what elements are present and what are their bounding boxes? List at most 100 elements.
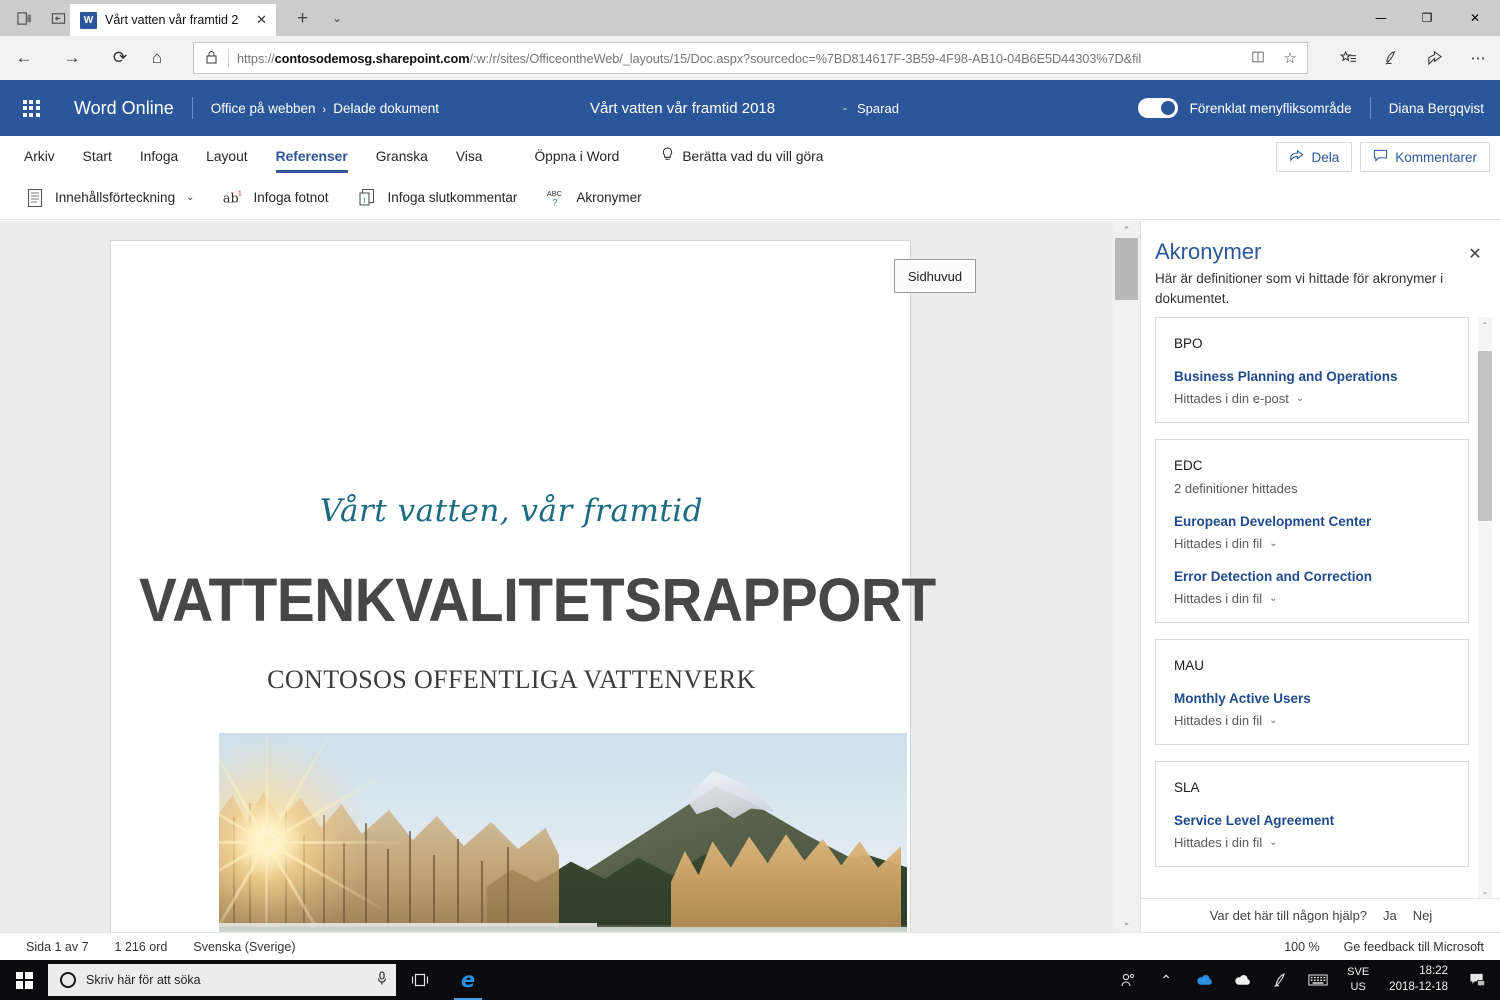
document-title[interactable]: Vårt vatten vår framtid 2018 [590,100,775,117]
acronym-source[interactable]: Hittades i din fil ⌄ [1174,835,1450,850]
task-view-icon[interactable] [396,960,444,1000]
acronym-expansion[interactable]: Monthly Active Users [1174,691,1450,706]
acronym-expansion[interactable]: Service Level Agreement [1174,813,1450,828]
brand-label[interactable]: Word Online [74,98,174,119]
browser-tab[interactable]: W Vårt vatten vår framtid 2 ✕ [70,4,276,36]
document-scrollbar-thumb[interactable] [1115,238,1138,300]
feedback-no-link[interactable]: Nej [1413,908,1433,923]
chevron-down-icon[interactable]: ⌄ [1269,715,1277,726]
web-notes-icon[interactable] [1371,42,1411,74]
feedback-yes-link[interactable]: Ja [1383,908,1397,923]
touch-keyboard-icon[interactable] [1299,960,1337,1000]
app-launcher-icon[interactable] [14,91,48,125]
svg-text:ab: ab [223,191,239,206]
close-button[interactable]: ✕ [1450,0,1500,36]
scroll-up-icon[interactable]: ⌃ [1113,221,1140,239]
tab-layout[interactable]: Layout [206,136,247,176]
simplified-ribbon-toggle[interactable] [1138,98,1178,118]
command-akronymer[interactable]: ABC? Akronymer [531,176,655,220]
search-input[interactable]: Skriv här för att söka [48,964,396,996]
command-innehallsforteckning[interactable]: Innehållsförteckning ⌄ [10,176,208,220]
acronym-expansion[interactable]: Business Planning and Operations [1174,369,1450,384]
minimize-button[interactable]: — [1358,0,1404,36]
favorites-list-icon[interactable] [1328,42,1368,74]
header-button[interactable]: Sidhuvud [894,259,976,293]
maximize-button[interactable]: ❐ [1404,0,1450,36]
mountain-landscape-photo[interactable] [219,733,907,932]
share-button[interactable]: Dela [1276,142,1352,172]
edge-icon[interactable]: e [444,960,492,1000]
onedrive-white-icon[interactable] [1223,960,1261,1000]
tell-me-box[interactable]: Berätta vad du vill göra [661,147,823,166]
chevron-down-icon[interactable]: ⌄ [1269,538,1277,549]
share-icon[interactable] [1414,42,1454,74]
chevron-down-icon[interactable]: ⌄ [332,11,342,25]
acronym-source[interactable]: Hittades i din fil ⌄ [1174,713,1450,728]
acronym-expansion[interactable]: European Development Center [1174,514,1450,529]
zoom-level[interactable]: 100 % [1284,940,1319,954]
tab-start[interactable]: Start [83,136,112,176]
windows-start-icon[interactable] [0,960,48,1000]
address-url[interactable]: https://contosodemosg.sharepoint.com/:w:… [229,51,1243,66]
clock[interactable]: 18:22 2018-12-18 [1379,964,1458,995]
user-name[interactable]: Diana Bergqvist [1389,101,1484,116]
acronym-source[interactable]: Hittades i din e-post ⌄ [1174,391,1450,406]
language-indicator[interactable]: Svenska (Sverige) [193,940,295,954]
tab-arkiv[interactable]: Arkiv [24,136,55,176]
chevron-down-icon[interactable]: ⌄ [1269,837,1277,848]
document-canvas[interactable]: Vårt vatten, vår framtid VATTENKVALITETS… [0,221,1140,932]
comments-button[interactable]: Kommentarer [1360,142,1490,172]
pane-scroll-up-icon[interactable]: ⌃ [1478,317,1492,333]
close-icon[interactable]: ✕ [1462,241,1488,267]
word-count[interactable]: 1 216 ord [115,940,168,954]
set-tabs-aside-icon[interactable] [10,4,38,32]
scroll-down-icon[interactable]: ⌄ [1113,913,1140,931]
cortana-icon[interactable] [60,972,76,988]
language-indicator[interactable]: SVE US [1337,965,1379,995]
tab-close-icon[interactable]: ✕ [253,12,270,28]
chevron-down-icon[interactable]: ⌄ [1269,593,1277,604]
chevron-down-icon[interactable]: ⌄ [1296,393,1304,404]
back-button[interactable]: ← [4,36,44,80]
acronym-card[interactable]: EDC 2 definitioner hittades European Dev… [1155,439,1469,623]
toc-icon [24,187,46,209]
favorite-star-icon[interactable]: ☆ [1273,49,1307,67]
people-icon[interactable] [1109,960,1147,1000]
document-scrollbar[interactable] [1113,221,1140,932]
tab-infoga[interactable]: Infoga [140,136,178,176]
breadcrumb-site[interactable]: Office på webben [211,101,316,116]
tab-granska[interactable]: Granska [376,136,428,176]
pane-description: Här är definitioner som vi hittade för a… [1155,269,1455,308]
show-hidden-icons-icon[interactable]: ⌃ [1147,960,1185,1000]
acronym-card[interactable]: BPO Business Planning and Operations Hit… [1155,317,1469,423]
feedback-link[interactable]: Ge feedback till Microsoft [1344,940,1484,954]
microphone-icon[interactable] [376,971,388,989]
action-center-icon[interactable] [1458,960,1496,1000]
page-indicator[interactable]: Sida 1 av 7 [26,940,89,954]
breadcrumb-library[interactable]: Delade dokument [333,101,439,116]
address-bar[interactable]: https://contosodemosg.sharepoint.com/:w:… [193,42,1308,74]
chevron-down-icon[interactable]: ⌄ [186,192,194,203]
home-button[interactable]: ⌂ [137,36,177,80]
command-infoga-slutkommentar[interactable]: i Infoga slutkommentar [343,176,532,220]
forward-button[interactable]: → [52,36,92,80]
more-icon[interactable]: ⋯ [1458,42,1498,74]
acronym-source[interactable]: Hittades i din fil ⌄ [1174,591,1450,606]
acronym-card[interactable]: MAU Monthly Active Users Hittades i din … [1155,639,1469,745]
acronym-source[interactable]: Hittades i din fil ⌄ [1174,536,1450,551]
reading-view-icon[interactable] [1243,50,1273,67]
acronym-card[interactable]: SLA Service Level Agreement Hittades i d… [1155,761,1469,867]
pane-scrollbar-thumb[interactable] [1478,351,1492,521]
refresh-button[interactable]: ⟳ [100,36,140,80]
pane-scroll-down-icon[interactable]: ⌄ [1478,883,1492,899]
pen-icon[interactable] [1261,960,1299,1000]
onedrive-blue-icon[interactable] [1185,960,1223,1000]
document-page[interactable]: Vårt vatten, vår framtid VATTENKVALITETS… [110,240,911,932]
new-tab-button[interactable]: + [297,8,308,30]
acronym-expansion[interactable]: Error Detection and Correction [1174,569,1450,584]
restore-tabs-icon[interactable] [44,4,72,32]
tab-referenser[interactable]: Referenser [276,136,348,176]
tab-visa[interactable]: Visa [456,136,483,176]
open-in-word-button[interactable]: Öppna i Word [534,136,619,176]
command-infoga-fotnot[interactable]: ab1 Infoga fotnot [208,176,342,220]
